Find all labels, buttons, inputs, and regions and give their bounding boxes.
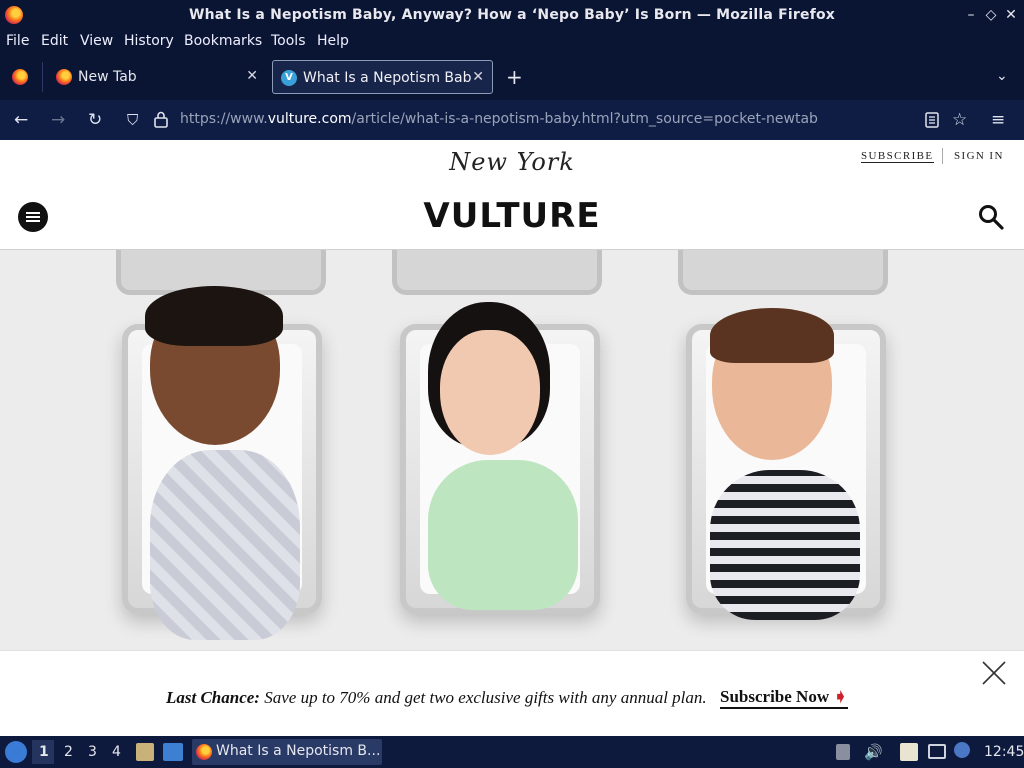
- web-page: New York SUBSCRIBE SIGN IN VULTURE Last …: [0, 140, 1024, 736]
- list-tabs-chevron-icon[interactable]: ⌄: [996, 68, 1008, 84]
- menu-file[interactable]: File: [6, 33, 29, 49]
- tab-separator: [42, 62, 43, 92]
- workspace-2[interactable]: 2: [64, 744, 73, 760]
- start-menu-icon[interactable]: [5, 741, 27, 763]
- new-tab-plus-icon[interactable]: +: [506, 65, 523, 89]
- bassinet-partial: [392, 250, 602, 295]
- red-arrow-icon: ➧: [833, 687, 848, 706]
- url-prefix: https://www.: [180, 111, 268, 127]
- menu-history[interactable]: History: [124, 33, 174, 49]
- menu-bar: File Edit View History Bookmarks Tools H…: [0, 30, 1024, 54]
- app-menu-icon[interactable]: ≡: [991, 110, 1005, 130]
- update-notifier-icon[interactable]: [954, 742, 970, 758]
- bookmark-star-icon[interactable]: ☆: [952, 110, 967, 130]
- workspace-1[interactable]: 1: [39, 744, 49, 760]
- menu-bookmarks[interactable]: Bookmarks: [184, 33, 262, 49]
- baby-face: [440, 330, 540, 455]
- tab-label: New Tab: [78, 69, 137, 85]
- promo-body: Save up to 70% and get two exclusive gif…: [264, 688, 707, 707]
- desktop-icon[interactable]: [163, 743, 183, 761]
- close-promo-icon[interactable]: [980, 659, 1008, 687]
- workspace-4[interactable]: 4: [112, 744, 121, 760]
- desktop-taskbar: 1 2 3 4 What Is a Nepotism B... 🔊 12:45: [0, 736, 1024, 768]
- clipboard-icon[interactable]: [900, 743, 918, 761]
- hero-image: [0, 250, 1024, 650]
- search-icon[interactable]: [978, 204, 1004, 230]
- menu-edit[interactable]: Edit: [41, 33, 68, 49]
- baby-body-star-pajamas: [150, 450, 300, 640]
- workspace-3[interactable]: 3: [88, 744, 97, 760]
- sign-in-link[interactable]: SIGN IN: [954, 150, 1004, 162]
- tray-notification-icon[interactable]: [836, 744, 850, 760]
- window-title: What Is a Nepotism Baby, Anyway? How a ‘…: [188, 7, 836, 23]
- baby-hair: [145, 286, 283, 346]
- network-icon[interactable]: [928, 744, 946, 759]
- volume-icon[interactable]: 🔊: [864, 743, 883, 761]
- firefox-icon: [196, 744, 212, 760]
- menu-tools[interactable]: Tools: [271, 33, 306, 49]
- window-titlebar: What Is a Nepotism Baby, Anyway? How a ‘…: [0, 0, 1024, 30]
- navigation-toolbar: ← → ↻ ⛉ https://www.vulture.com/article/…: [0, 100, 1024, 140]
- subscribe-link[interactable]: SUBSCRIBE: [861, 150, 934, 163]
- taskbar-firefox-window[interactable]: What Is a Nepotism B...: [192, 739, 382, 765]
- menu-help[interactable]: Help: [317, 33, 349, 49]
- minimize-icon[interactable]: –: [962, 6, 980, 24]
- file-manager-icon[interactable]: [136, 743, 154, 761]
- firefox-view-icon[interactable]: [12, 69, 28, 85]
- url-bar[interactable]: https://www.vulture.com/article/what-is-…: [180, 111, 818, 127]
- tab-strip: New Tab ✕ V What Is a Nepotism Baby ✕ + …: [0, 54, 1024, 100]
- firefox-favicon-icon: [56, 69, 72, 85]
- baby-body-striped: [710, 470, 860, 620]
- menu-view[interactable]: View: [80, 33, 113, 49]
- lock-icon[interactable]: [154, 111, 168, 128]
- restore-icon[interactable]: ◇: [982, 6, 1000, 24]
- close-tab-icon[interactable]: ✕: [246, 68, 258, 84]
- header-divider: [942, 148, 943, 164]
- tracking-shield-icon[interactable]: ⛉: [127, 111, 138, 129]
- url-domain: vulture.com: [267, 111, 352, 127]
- cta-label: Subscribe Now: [720, 687, 830, 706]
- tab-label: What Is a Nepotism Baby: [303, 70, 471, 86]
- clock[interactable]: 12:45: [984, 744, 1024, 760]
- bassinet-partial: [678, 250, 888, 295]
- forward-arrow-icon[interactable]: →: [51, 110, 65, 130]
- promo-text: Last Chance: Save up to 70% and get two …: [166, 688, 707, 708]
- baby-body-green: [428, 460, 578, 610]
- tab-new-tab[interactable]: New Tab ✕: [48, 60, 266, 94]
- subscription-promo-banner: Last Chance: Save up to 70% and get two …: [0, 650, 1024, 736]
- baby-hair: [710, 308, 834, 363]
- subscribe-now-link[interactable]: Subscribe Now ➧: [720, 687, 848, 709]
- close-window-icon[interactable]: ✕: [1002, 6, 1020, 24]
- taskbar-window-label: What Is a Nepotism B...: [216, 743, 381, 759]
- back-arrow-icon[interactable]: ←: [14, 110, 28, 130]
- reader-view-icon[interactable]: [925, 112, 939, 128]
- promo-lead: Last Chance:: [166, 688, 260, 707]
- vulture-logo[interactable]: VULTURE: [0, 196, 1024, 236]
- url-path: /article/what-is-a-nepotism-baby.html?ut…: [351, 111, 818, 127]
- close-tab-icon[interactable]: ✕: [472, 69, 484, 85]
- vulture-favicon-icon: V: [281, 70, 297, 86]
- reload-icon[interactable]: ↻: [88, 110, 102, 130]
- tab-nepotism-article[interactable]: V What Is a Nepotism Baby ✕: [272, 60, 493, 94]
